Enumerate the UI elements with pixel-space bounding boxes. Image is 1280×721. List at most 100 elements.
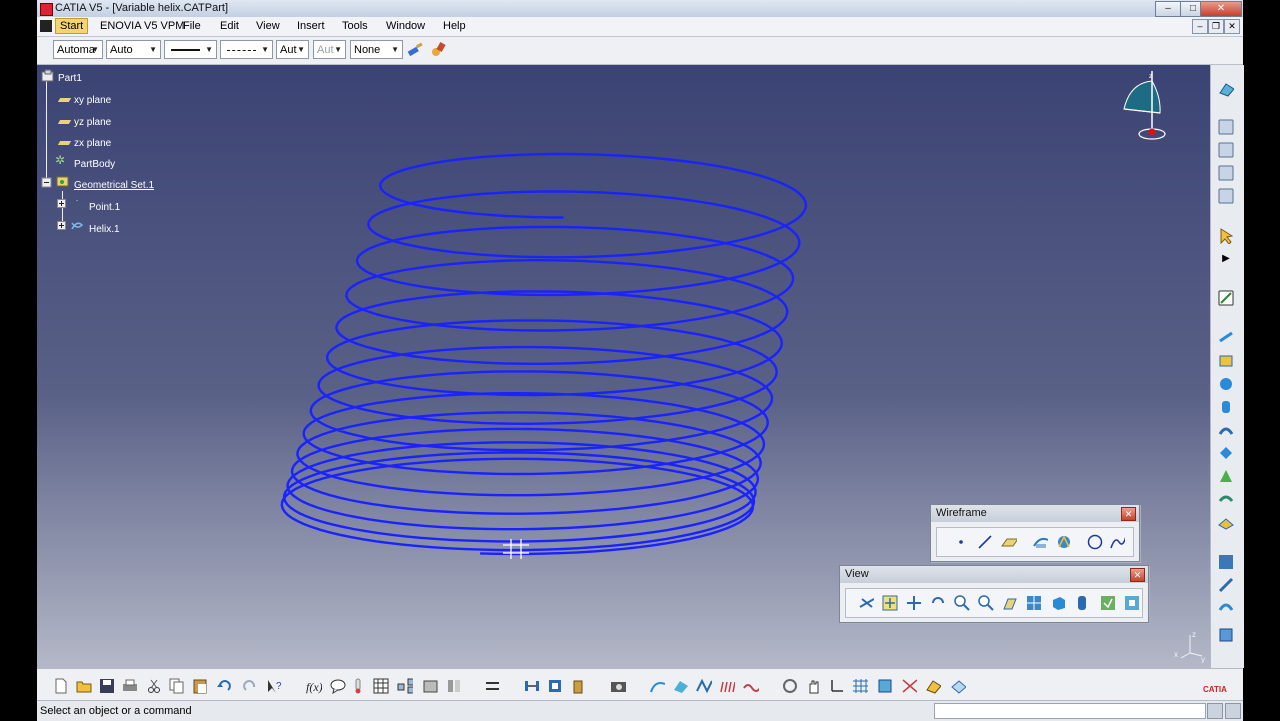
catalog-icon[interactable]	[422, 678, 438, 694]
close-button[interactable]: ✕	[1200, 1, 1242, 17]
mesh-icon[interactable]	[1218, 165, 1234, 181]
paste-icon[interactable]	[192, 678, 208, 694]
normal-view-icon[interactable]	[1002, 595, 1018, 611]
select-arrow-icon[interactable]	[1218, 228, 1234, 244]
redo-icon[interactable]	[242, 678, 258, 694]
thermometer-icon[interactable]	[353, 678, 369, 694]
menu-start[interactable]: Start	[55, 18, 89, 34]
line-type-combo[interactable]: ▼	[220, 40, 273, 59]
multi-view-icon[interactable]	[1026, 595, 1042, 611]
transparency-combo[interactable]: Auto ▼	[106, 40, 161, 59]
fit-all-icon[interactable]	[882, 595, 898, 611]
helix-curve[interactable]	[280, 152, 808, 556]
connect-checker-icon[interactable]	[743, 678, 759, 694]
menu-edit[interactable]: Edit	[220, 20, 239, 32]
hand-pan-icon[interactable]	[806, 678, 822, 694]
compass-icon[interactable]: z	[1112, 69, 1172, 143]
zoom-in-icon[interactable]	[954, 595, 970, 611]
sketch-icon[interactable]	[1218, 290, 1234, 306]
intersection-tool-icon[interactable]	[1055, 534, 1071, 550]
paintbrush-icon[interactable]	[406, 41, 424, 59]
swap-space-icon[interactable]	[1124, 595, 1140, 611]
menu-view[interactable]: View	[256, 20, 280, 32]
design-table-icon[interactable]	[373, 678, 389, 694]
sweep-icon[interactable]	[1218, 422, 1234, 438]
zoom-out-icon[interactable]	[978, 595, 994, 611]
menu-window[interactable]: Window	[386, 20, 425, 32]
status-button[interactable]	[1207, 703, 1223, 719]
inertia-icon[interactable]	[571, 678, 587, 694]
sketcher-icon[interactable]	[1218, 81, 1234, 97]
porcupine-icon[interactable]	[719, 678, 735, 694]
undo-icon[interactable]	[216, 678, 232, 694]
split-icon[interactable]	[1218, 577, 1234, 593]
view-close-button[interactable]: ✕	[1130, 568, 1145, 582]
doc-restore-button[interactable]: ❐	[1208, 19, 1224, 34]
rendering-combo[interactable]: None ▼	[350, 40, 403, 59]
transform-icon[interactable]	[1218, 627, 1234, 643]
projection-tool-icon[interactable]	[1032, 534, 1048, 550]
copy-format-icon[interactable]	[429, 41, 447, 59]
blend-icon[interactable]	[1218, 468, 1234, 484]
point-tool-icon[interactable]	[953, 534, 969, 550]
wireframe-close-button[interactable]: ✕	[1121, 507, 1136, 521]
color-combo[interactable]: Automa ▼	[53, 40, 103, 59]
new-document-icon[interactable]	[53, 678, 69, 694]
save-icon[interactable]	[99, 678, 115, 694]
line-tool-icon[interactable]	[977, 534, 993, 550]
view-toolbar-title[interactable]: View	[840, 566, 1148, 583]
fill-icon[interactable]	[1218, 445, 1234, 461]
hide-show-icon[interactable]	[1100, 595, 1116, 611]
spline-tool-icon[interactable]	[1109, 534, 1125, 550]
comment-icon[interactable]	[330, 678, 346, 694]
measure-between-icon[interactable]	[523, 678, 539, 694]
compass-tool-icon[interactable]	[950, 678, 966, 694]
status-button[interactable]	[1225, 703, 1241, 719]
circle-tool-icon[interactable]	[1087, 534, 1103, 550]
revolve-icon[interactable]	[1218, 352, 1234, 368]
menu-enovia[interactable]: ENOVIA V5 VPM	[100, 20, 184, 32]
extrude-icon[interactable]	[1218, 329, 1234, 345]
menu-insert[interactable]: Insert	[297, 20, 325, 32]
mesh-icon[interactable]	[1218, 142, 1234, 158]
point-symbol-combo[interactable]: Aut ▼	[276, 40, 309, 59]
pan-icon[interactable]	[906, 595, 922, 611]
wireframe-toolbar[interactable]: Wireframe ✕	[930, 504, 1140, 562]
trim-icon[interactable]	[1218, 600, 1234, 616]
fly-mode-icon[interactable]	[858, 595, 874, 611]
work-on-support-icon[interactable]	[877, 678, 893, 694]
iso-view-icon[interactable]	[1050, 595, 1066, 611]
plane-system-icon[interactable]	[925, 678, 941, 694]
draft-analysis-icon[interactable]	[672, 678, 688, 694]
surface-icon[interactable]	[1218, 515, 1234, 531]
menu-file[interactable]: File	[183, 20, 201, 32]
measure-icon[interactable]	[446, 678, 462, 694]
line-thickness-combo[interactable]: ▼	[164, 40, 217, 59]
doc-minimize-button[interactable]: –	[1192, 19, 1208, 34]
minimize-button[interactable]: –	[1155, 1, 1181, 17]
view-toolbar[interactable]: View ✕	[839, 565, 1149, 623]
rotate-icon[interactable]	[930, 595, 946, 611]
formula-icon[interactable]: f(x)	[306, 678, 322, 694]
plane-tool-icon[interactable]	[1001, 534, 1017, 550]
render-style-icon[interactable]	[1074, 595, 1090, 611]
wireframe-toolbar-title[interactable]: Wireframe	[931, 505, 1139, 522]
grid-icon[interactable]	[852, 678, 868, 694]
curvature-icon[interactable]	[696, 678, 712, 694]
mesh-icon[interactable]	[1218, 188, 1234, 204]
analysis-icon[interactable]	[649, 678, 665, 694]
knowledge-icon[interactable]	[397, 678, 413, 694]
offset-icon[interactable]	[1218, 491, 1234, 507]
command-input[interactable]	[934, 703, 1206, 719]
cut-icon[interactable]	[146, 678, 162, 694]
mesh-icon[interactable]	[1218, 119, 1234, 135]
capture-camera-icon[interactable]	[610, 678, 626, 694]
refresh-icon[interactable]	[782, 678, 798, 694]
whats-this-icon[interactable]: ?	[266, 678, 282, 694]
menu-help[interactable]: Help	[443, 20, 466, 32]
measure-item-icon[interactable]	[547, 678, 563, 694]
document-menu-icon[interactable]	[40, 20, 52, 32]
join-icon[interactable]	[1218, 554, 1234, 570]
snap-icon[interactable]	[901, 678, 917, 694]
print-icon[interactable]	[122, 678, 138, 694]
